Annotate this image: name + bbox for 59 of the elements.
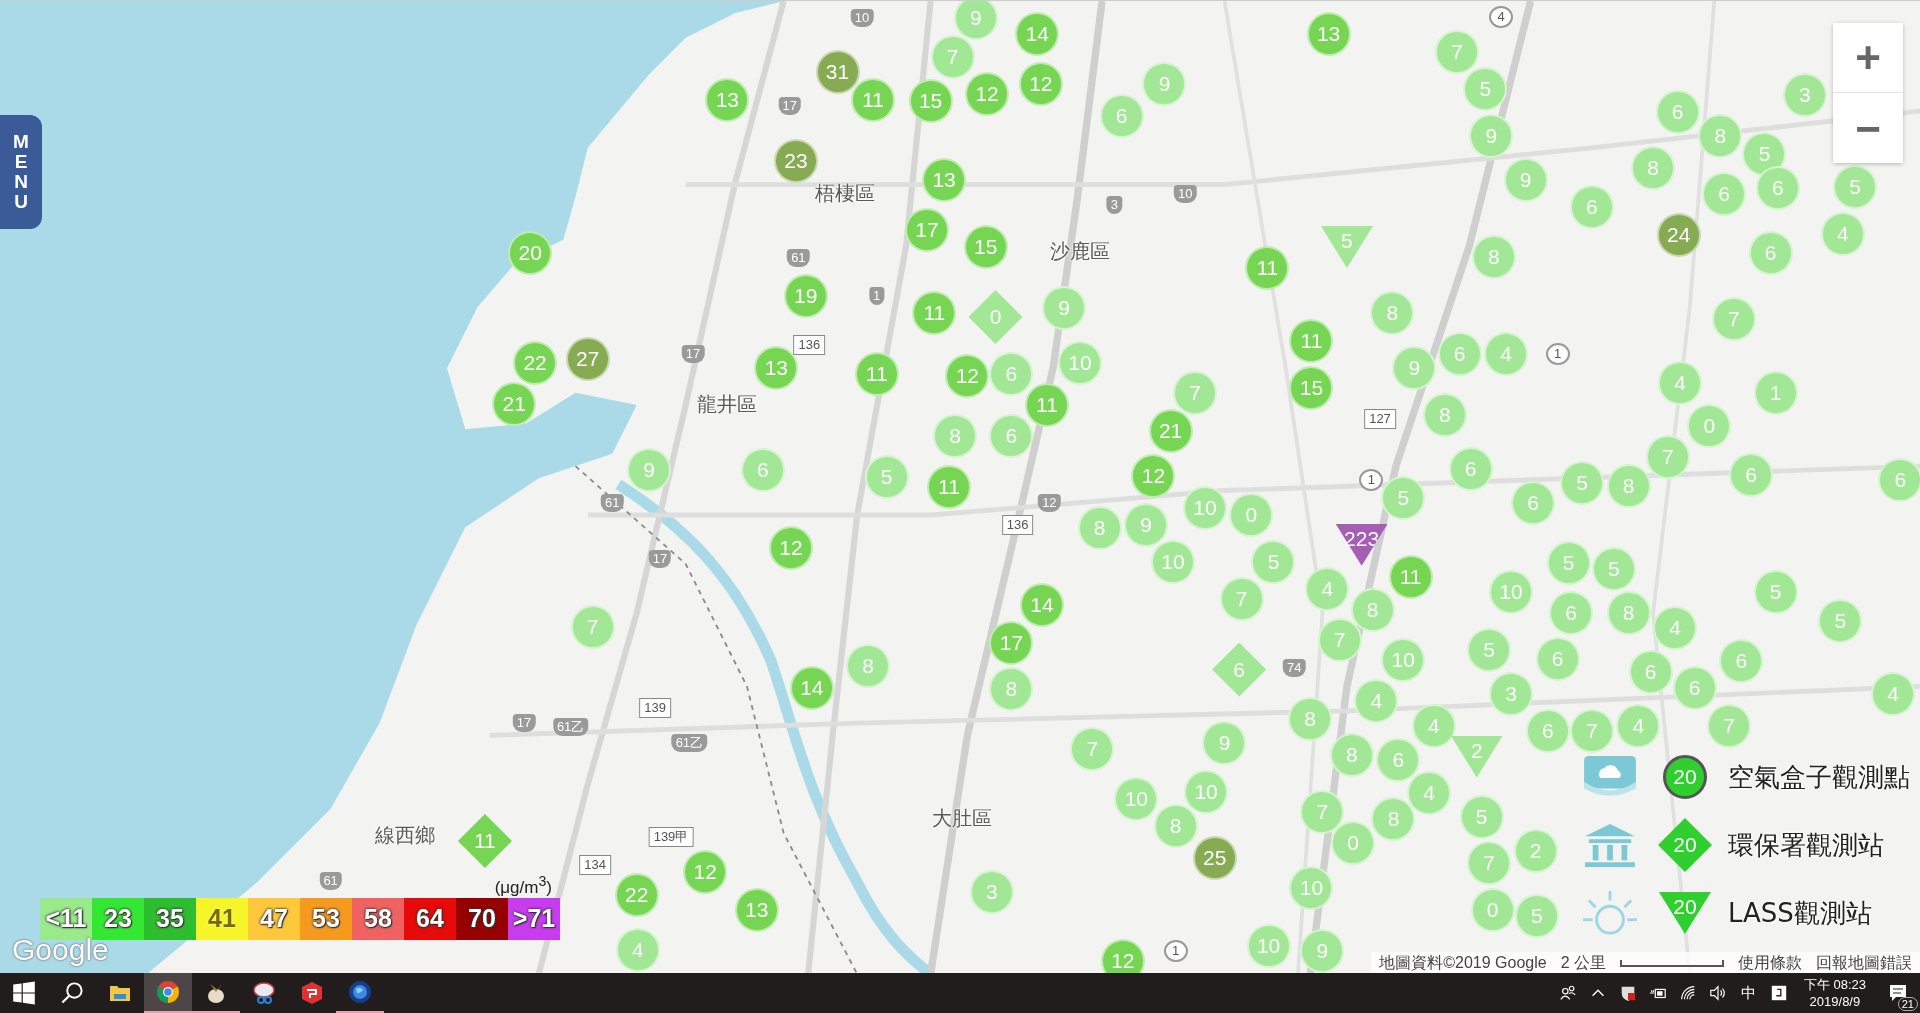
globe-icon: [348, 980, 372, 1004]
road-shield: 1: [869, 287, 885, 306]
keyboard-mode-icon[interactable]: [1769, 984, 1788, 1002]
windows-logo-icon: [12, 981, 36, 1005]
input-method-indicator[interactable]: 中: [1740, 983, 1756, 1003]
legend-label: 環保署觀測站: [1728, 828, 1884, 862]
legend-swatch: >71: [508, 897, 560, 940]
legend-swatch: 53: [300, 897, 352, 940]
road-shield: 127: [1364, 408, 1396, 429]
clock-button[interactable]: 下午 08:23 2019/8/9: [1803, 976, 1866, 1010]
wifi-icon[interactable]: [1678, 984, 1697, 1002]
zoom-in-button[interactable]: +: [1833, 23, 1903, 93]
road-shield: 17: [512, 714, 536, 733]
road-shield: 139甲: [648, 827, 694, 848]
notification-button[interactable]: 21: [1876, 973, 1920, 1013]
road-shield: 3: [1106, 196, 1122, 215]
road-shield: 61乙: [552, 718, 589, 737]
road-shield: 139: [639, 697, 671, 718]
legend-swatch: 23: [92, 897, 144, 940]
search-icon: [60, 981, 84, 1005]
road-shield: 10: [1174, 185, 1197, 204]
road-shield: 10: [850, 9, 874, 28]
speaker-icon[interactable]: [1708, 984, 1727, 1002]
road-shield: 17: [648, 550, 672, 569]
legend-swatch: 41: [196, 897, 248, 940]
terms-link[interactable]: 使用條款: [1738, 952, 1802, 973]
place-label: 龍井區: [697, 390, 758, 418]
place-label: 線西鄉: [375, 821, 436, 849]
scale-text: 2 公里: [1560, 952, 1606, 973]
scissors-icon: [252, 981, 276, 1005]
legend-swatch: 70: [456, 897, 508, 940]
zoom-out-button[interactable]: −: [1833, 93, 1903, 163]
road-shield: 136: [793, 335, 826, 356]
road-shield: 136: [1001, 515, 1034, 536]
map-data-text: 地圖資料©2019 Google: [1379, 952, 1547, 973]
legend-swatch: 58: [352, 897, 404, 940]
road-shield: 134: [579, 855, 611, 876]
road-shield: 61: [601, 494, 624, 513]
road-shield: 74: [1283, 659, 1306, 678]
unit-label: (μg/m$^{3}$): [494, 873, 552, 898]
legend-label: LASS觀測站: [1728, 896, 1872, 930]
legend-swatch: 47: [248, 897, 300, 940]
road-shield: 61: [787, 249, 810, 268]
menu-button[interactable]: MENU: [0, 115, 42, 229]
report-link[interactable]: 回報地圖錯誤: [1816, 952, 1912, 973]
legend-swatch: 64: [404, 897, 456, 940]
road-shield: 17: [778, 97, 801, 116]
road-shield: 61乙: [671, 734, 708, 753]
people-icon[interactable]: [1558, 984, 1577, 1002]
road-shield: 61: [319, 872, 342, 891]
place-label: 沙鹿區: [1050, 237, 1110, 265]
legend-label: 空氣盒子觀測點: [1728, 760, 1910, 794]
cube-icon: [300, 981, 324, 1005]
legend-swatch: 35: [144, 897, 196, 940]
sun-rays-icon: [1581, 889, 1639, 937]
road-shield: 12: [1038, 494, 1061, 513]
place-label: 大肚區: [932, 804, 993, 832]
browser-icon: [156, 980, 180, 1004]
notification-count: 21: [1897, 997, 1918, 1011]
